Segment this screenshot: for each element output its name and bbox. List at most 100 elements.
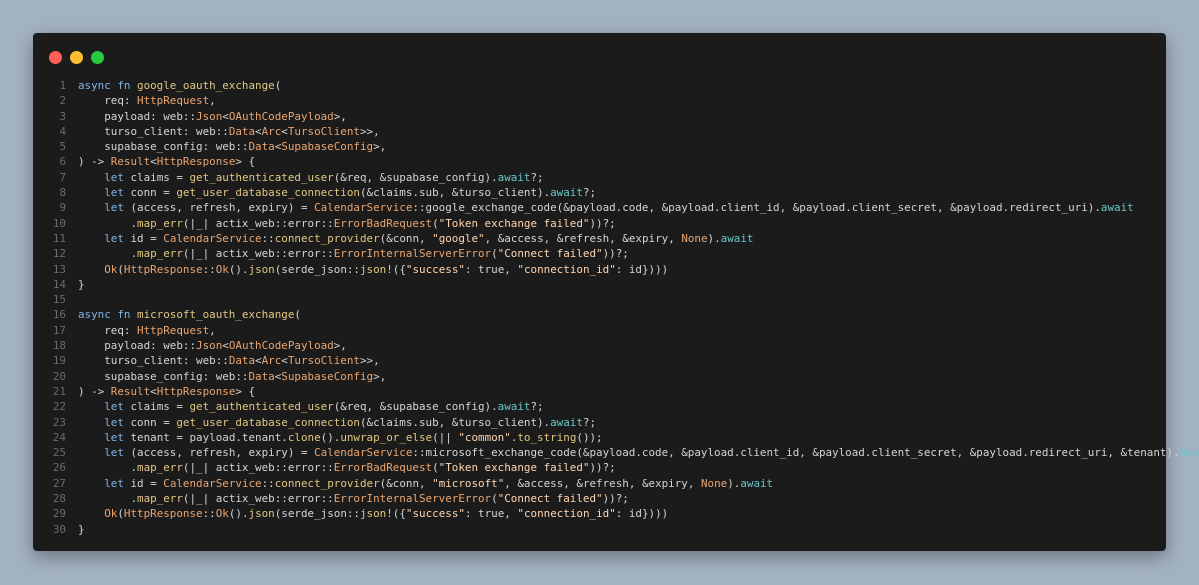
line-number: 13 <box>52 262 66 276</box>
line-number: 30 <box>52 522 66 536</box>
line-number: 17 <box>52 323 66 337</box>
code-token: TursoClient <box>287 354 360 368</box>
line-content: .map_err(|_| actix_web::error::ErrorInte… <box>66 491 628 506</box>
code-line: 12 .map_err(|_| actix_web::error::ErrorI… <box>33 246 1166 261</box>
code-token: ?; <box>530 400 544 414</box>
code-token: tenant = payload.tenant. <box>130 430 288 444</box>
code-token: ?; <box>582 186 597 200</box>
code-token: . <box>78 216 138 230</box>
code-token: "google" <box>432 231 485 245</box>
code-token: map_err <box>137 492 183 506</box>
line-content: .map_err(|_| actix_web::error::ErrorBadR… <box>66 460 615 475</box>
code-token: CalendarService <box>314 446 413 460</box>
code-token: (&req, &supabase_config). <box>333 170 498 184</box>
code-line: 7 let claims = get_authenticated_user(&r… <box>33 170 1166 185</box>
close-icon[interactable] <box>49 51 62 64</box>
line-number: 11 <box>52 231 66 245</box>
line-number: 7 <box>59 170 66 184</box>
code-token: ({ <box>392 507 406 521</box>
line-content: ) -> Result<HttpResponse> { <box>66 384 255 399</box>
code-line: 13 Ok(HttpResponse::Ok().json(serde_json… <box>33 262 1166 277</box>
code-token: :: <box>261 476 275 490</box>
line-content: let claims = get_authenticated_user(&req… <box>66 170 543 185</box>
line-number: 21 <box>52 384 66 398</box>
line-number: 5 <box>59 140 66 154</box>
code-token: >>, <box>359 354 380 368</box>
code-token: (serde_json:: <box>274 262 360 276</box>
line-number: 10 <box>52 216 66 230</box>
code-token: HttpResponse <box>156 155 236 169</box>
code-token: ( <box>294 308 301 322</box>
code-token: supabase_config: web:: <box>78 140 249 154</box>
code-line: 16 async fn microsoft_oauth_exchange( <box>33 307 1166 322</box>
code-token: :: <box>261 231 275 245</box>
code-token: map_err <box>137 216 183 230</box>
line-number: 1 <box>59 79 66 92</box>
code-line: 19 turso_client: web::Data<Arc<TursoClie… <box>33 353 1166 368</box>
code-line: 21) -> Result<HttpResponse> { <box>33 384 1166 399</box>
code-token: json <box>248 262 275 276</box>
code-token: , &access, &refresh, &expiry, <box>504 476 701 490</box>
line-number: 29 <box>52 507 66 521</box>
line-number: 12 <box>52 247 66 261</box>
line-content: turso_client: web::Data<Arc<TursoClient>… <box>66 124 379 139</box>
code-line: 10 .map_err(|_| actix_web::error::ErrorB… <box>33 216 1166 231</box>
line-content: Ok(HttpResponse::Ok().json(serde_json::j… <box>66 506 668 521</box>
code-token: HttpRequest <box>137 323 210 337</box>
code-token: TursoClient <box>287 124 360 138</box>
code-token: ). <box>707 231 721 245</box>
code-token: ::google_exchange_code(&payload.code, &p… <box>412 201 1101 215</box>
minimize-icon[interactable] <box>70 51 83 64</box>
code-token: Result <box>110 384 151 398</box>
code-token: Data <box>228 354 256 368</box>
code-token: : true, <box>464 507 518 521</box>
code-token: async fn <box>78 79 138 92</box>
code-token: (). <box>320 430 341 444</box>
code-line: 22 let claims = get_authenticated_user(&… <box>33 399 1166 414</box>
code-token: turso_client: web:: <box>78 124 229 138</box>
code-token: req: <box>78 323 138 337</box>
line-content: let conn = get_user_database_connection(… <box>66 415 596 430</box>
code-token: ()); <box>576 430 603 444</box>
code-token: (|_| actix_web::error:: <box>182 247 334 261</box>
code-token: (serde_json:: <box>274 507 360 521</box>
code-token: (&conn, <box>379 231 433 245</box>
code-line: 27 let id = CalendarService::connect_pro… <box>33 476 1166 491</box>
code-token: payload: web:: <box>78 109 197 123</box>
code-token: let <box>78 170 131 184</box>
code-token: supabase_config: web:: <box>78 369 249 383</box>
code-token: Data <box>248 369 275 383</box>
code-token: map_err <box>137 461 183 475</box>
code-token: CalendarService <box>314 201 413 215</box>
code-token: : id}))) <box>615 507 669 521</box>
line-number: 27 <box>52 476 66 490</box>
code-line: 25 let (access, refresh, expiry) = Calen… <box>33 445 1199 460</box>
code-token: > { <box>235 384 256 398</box>
code-token: turso_client: web:: <box>78 354 229 368</box>
code-token: . <box>78 492 138 506</box>
code-line: 14} <box>33 277 1166 292</box>
code-token: map_err <box>137 247 183 261</box>
code-token: google_oauth_exchange <box>137 79 275 92</box>
code-token: await <box>497 170 531 184</box>
maximize-icon[interactable] <box>91 51 104 64</box>
line-number: 19 <box>52 354 66 368</box>
code-token: ?; <box>582 415 597 429</box>
line-content: .map_err(|_| actix_web::error::ErrorInte… <box>66 246 628 261</box>
code-line: 1 async fn google_oauth_exchange( <box>33 78 1166 93</box>
code-token: ) -> <box>78 155 111 169</box>
code-token: microsoft_oauth_exchange <box>137 308 295 322</box>
code-token: >, <box>373 140 387 154</box>
code-token: clone <box>287 430 321 444</box>
code-token: Json <box>196 109 223 123</box>
code-token: ErrorInternalServerError <box>333 492 492 506</box>
line-number: 23 <box>52 415 66 429</box>
code-token: let <box>78 415 131 429</box>
line-content: let id = CalendarService::connect_provid… <box>66 231 753 246</box>
code-token: async fn <box>78 308 138 322</box>
code-line: 5 supabase_config: web::Data<SupabaseCon… <box>33 139 1166 154</box>
code-token: id = <box>130 476 164 490</box>
code-token: (&claims.sub, &turso_client). <box>359 186 551 200</box>
line-content <box>66 292 78 307</box>
window-controls <box>49 51 104 64</box>
